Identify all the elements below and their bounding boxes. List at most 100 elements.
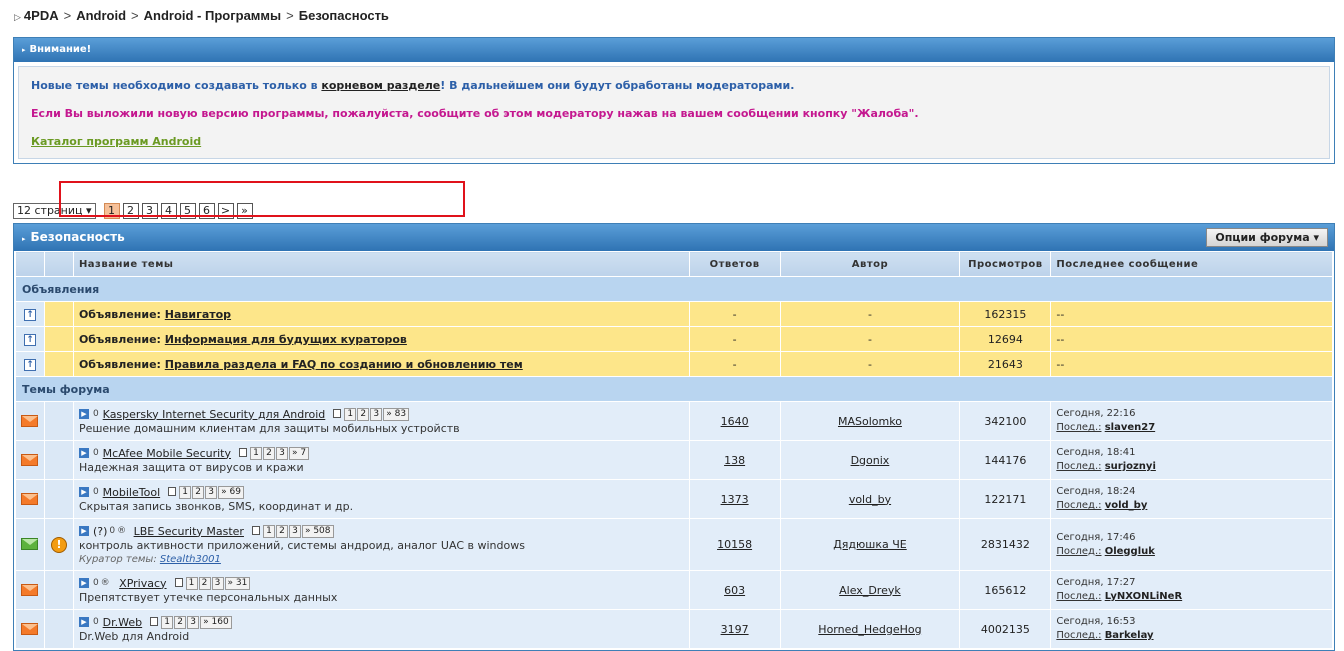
section-row: Объявления: [15, 276, 1333, 302]
go-to-new-icon[interactable]: ▶: [78, 578, 89, 588]
page-2[interactable]: 2: [122, 203, 139, 219]
views-count: 2831432: [959, 518, 1052, 571]
forum-options-button[interactable]: Опции форума ▾: [1206, 228, 1328, 247]
announcement-row: ↑ Объявление: Правила раздела и FAQ по с…: [15, 351, 1333, 377]
replies-link[interactable]: 3197: [721, 623, 749, 636]
topic-link[interactable]: MobileTool: [103, 486, 160, 499]
notice-title: Внимание!: [29, 44, 92, 55]
col-topic[interactable]: Название темы: [72, 251, 690, 277]
go-to-new-icon[interactable]: ▶: [78, 526, 89, 536]
envelope-read-icon: [21, 538, 39, 550]
envelope-icon: [21, 622, 39, 635]
page-square-icon: [174, 577, 183, 587]
author-link[interactable]: vold_by: [849, 493, 891, 506]
replies-link[interactable]: 138: [724, 454, 745, 467]
announcement-link[interactable]: Правила раздела и FAQ по созданию и обно…: [165, 358, 523, 371]
forum-title: Безопасность: [30, 230, 125, 244]
breadcrumb-4pda[interactable]: 4PDA: [24, 8, 59, 23]
table-row: ▶ 0 Dr.Web 1 2 3» 160 Dr.Web для Android 319…: [15, 609, 1333, 649]
announcement-row: ↑ Объявление: Навигатор - - 162315 --: [15, 301, 1333, 327]
topic-description: Решение домашним клиентам для защиты моб…: [78, 421, 460, 435]
page-square-icon: [168, 486, 177, 496]
topic-curator: Куратор темы: Stealth3001: [78, 553, 221, 565]
col-author[interactable]: Автор: [779, 251, 961, 277]
curator-link[interactable]: Stealth3001: [160, 554, 221, 565]
triangle-icon: ▷: [14, 12, 21, 22]
last-poster-link[interactable]: surjoznyi: [1105, 461, 1156, 472]
page-6[interactable]: 6: [198, 203, 215, 219]
go-to-new-icon[interactable]: ▶: [78, 448, 89, 458]
topic-description: контроль активности приложений, системы …: [78, 538, 525, 552]
topic-link[interactable]: LBE Security Master: [134, 525, 244, 538]
attachment-icon: 0: [109, 526, 116, 536]
arrow-right-icon: ▸: [22, 46, 26, 54]
author-link[interactable]: MASolomko: [838, 415, 902, 428]
breadcrumb-android-programs[interactable]: Android - Программы: [144, 8, 282, 23]
go-to-new-icon[interactable]: ▶: [78, 617, 89, 627]
topic-pages: 1 2 3» 69: [166, 485, 244, 499]
page-4[interactable]: 4: [160, 203, 177, 219]
last-poster-link[interactable]: Barkelay: [1105, 630, 1154, 641]
table-row: ▶ 0 McAfee Mobile Security 1 2 3» 7 Надежная…: [15, 440, 1333, 480]
last-poster-link[interactable]: vold_by: [1105, 500, 1148, 511]
table-row: ▶ 0 Kaspersky Internet Security для Androi…: [15, 401, 1333, 441]
author-link[interactable]: Dgonix: [851, 454, 890, 467]
replies-link[interactable]: 1640: [721, 415, 749, 428]
page-1[interactable]: 1: [103, 203, 120, 219]
envelope-icon: [21, 492, 39, 505]
replies-link[interactable]: 1373: [721, 493, 749, 506]
pages-dropdown[interactable]: 12 страниц ▾: [13, 203, 96, 219]
go-to-new-icon[interactable]: ▶: [78, 487, 89, 497]
attachment-icon: 0: [92, 448, 99, 458]
announcement-link[interactable]: Информация для будущих кураторов: [165, 333, 407, 346]
views-count: 342100: [959, 401, 1052, 441]
last-poster-link[interactable]: slaven27: [1105, 422, 1155, 433]
page-square-icon: [333, 408, 342, 418]
last-page-button[interactable]: »: [236, 203, 253, 219]
notice-box: ▸ Внимание! Новые темы необходимо создава…: [13, 37, 1335, 164]
col-replies[interactable]: Ответов: [688, 251, 781, 277]
last-poster-link[interactable]: Oleggluk: [1105, 546, 1155, 557]
breadcrumb-current: Безопасность: [298, 8, 389, 23]
topic-pages: 1 2 3» 508: [250, 524, 334, 538]
author-link[interactable]: Дядюшка ЧЕ: [833, 538, 907, 551]
topic-description: Препятствует утечке персональных данных: [78, 590, 338, 604]
pagination: 12 страниц ▾ 1 2 3 4 5 6 > »: [13, 203, 253, 219]
go-to-new-icon[interactable]: ▶: [78, 409, 89, 419]
notice-report-text: Если Вы выложили новую версию программы,…: [31, 107, 919, 120]
announcement-up-icon: ↑: [23, 309, 36, 321]
attachment-icon: 0: [92, 409, 99, 419]
views-count: 144176: [959, 440, 1052, 480]
topics-table: Название темы Ответов Автор Просмотров П…: [15, 251, 1333, 649]
arrow-right-icon: ▸: [22, 235, 26, 243]
announcement-link[interactable]: Навигатор: [165, 308, 231, 321]
topic-link[interactable]: Dr.Web: [103, 616, 142, 629]
replies-link[interactable]: 603: [724, 584, 745, 597]
registered-icon: ®: [100, 578, 110, 588]
col-views[interactable]: Просмотров: [959, 251, 1052, 277]
topic-link[interactable]: McAfee Mobile Security: [103, 447, 231, 460]
topic-description: Скрытая запись звонков, SMS, координат и…: [78, 499, 354, 513]
breadcrumb-android[interactable]: Android: [76, 8, 126, 23]
attachment-icon: 0: [92, 617, 99, 627]
next-page-button[interactable]: >: [217, 203, 234, 219]
author-link[interactable]: Alex_Dreyk: [839, 584, 901, 597]
page-5[interactable]: 5: [179, 203, 196, 219]
page-3[interactable]: 3: [141, 203, 158, 219]
root-section-link[interactable]: корневом разделе: [321, 79, 440, 92]
envelope-icon: [21, 583, 39, 596]
envelope-icon: [21, 414, 39, 427]
topic-pages: 1 2 3» 83: [331, 407, 410, 421]
catalog-link[interactable]: Каталог программ Android: [31, 135, 201, 148]
page-square-icon: [150, 616, 159, 626]
author-link[interactable]: Horned_HedgeHog: [818, 623, 921, 636]
topic-link[interactable]: Kaspersky Internet Security для Android: [103, 408, 326, 421]
topic-link[interactable]: XPrivacy: [119, 577, 166, 590]
replies-link[interactable]: 10158: [717, 538, 752, 551]
topic-description: Надежная защита от вирусов и кражи: [78, 460, 304, 474]
col-last-post[interactable]: Последнее сообщение: [1050, 251, 1333, 277]
views-count: 165612: [959, 570, 1052, 610]
last-poster-link[interactable]: LyNXONLiNeR: [1105, 591, 1182, 602]
breadcrumb: ▷ 4PDA > Android > Android - Программы > Безопа…: [14, 8, 389, 23]
table-header-row: Название темы Ответов Автор Просмотров П…: [15, 251, 1333, 277]
